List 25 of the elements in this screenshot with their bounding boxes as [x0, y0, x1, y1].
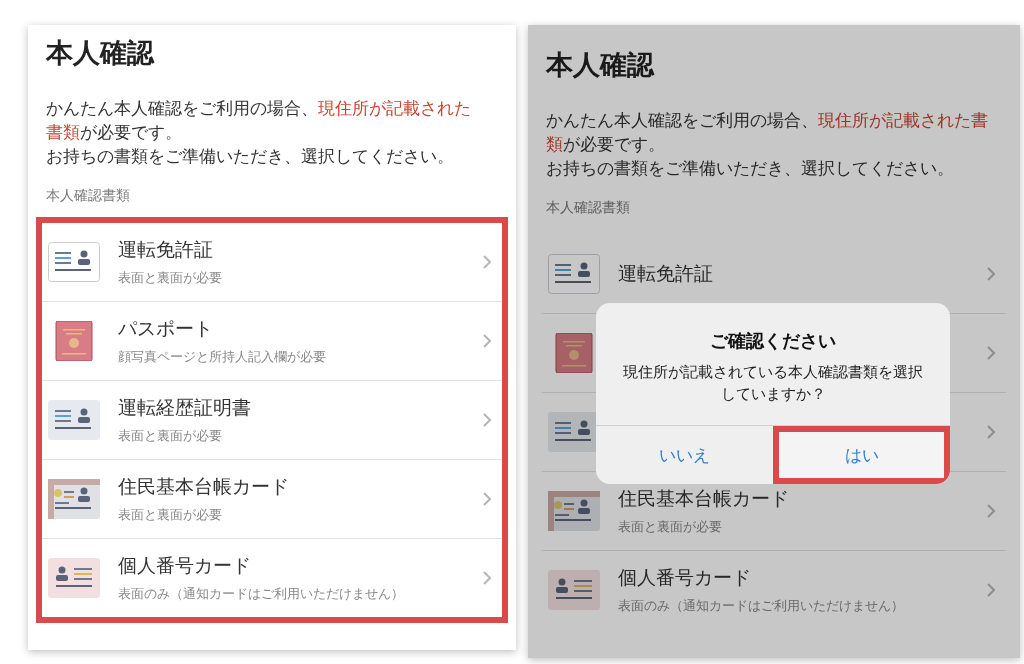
page-title: 本人確認	[46, 36, 156, 70]
document-title: パスポート	[118, 316, 214, 341]
document-title: 運転経歴証明書	[118, 395, 252, 420]
dialog-message: 現住所が記載されている本人確認書類を選択していますか？	[622, 362, 924, 405]
document-requirement: 表面と裏面が必要	[618, 518, 723, 536]
section-label: 本人確認書類	[546, 199, 631, 217]
document-requirement: 表面のみ（通知カードはご利用いただけません）	[618, 597, 905, 615]
document-requirement: 表面と裏面が必要	[118, 427, 223, 445]
dialog-title: ご確認ください	[710, 329, 836, 353]
document-title: 住民基本台帳カード	[118, 474, 290, 499]
document-title: 住民基本台帳カード	[618, 486, 790, 511]
document-title: 運転免許証	[618, 261, 714, 286]
document-title: 個人番号カード	[618, 565, 752, 590]
page-title: 本人確認	[546, 48, 656, 82]
section-label: 本人確認書類	[46, 187, 131, 205]
document-requirement: 表面と裏面が必要	[118, 269, 223, 287]
description-text: かんたん本人確認をご利用の場合、現住所が記載された書類が必要です。	[546, 110, 989, 156]
document-title: 運転免許証	[118, 237, 214, 262]
instruction-text: お持ちの書類をご準備いただき、選択してください。	[46, 146, 455, 168]
document-requirement: 表面と裏面が必要	[118, 506, 223, 524]
document-requirement: 顔写真ページと所持人記入欄が必要	[118, 348, 327, 366]
description-text: かんたん本人確認をご利用の場合、現住所が記載された書類が必要です。	[46, 98, 472, 144]
instruction-text: お持ちの書類をご準備いただき、選択してください。	[546, 158, 955, 180]
document-title: 個人番号カード	[118, 553, 252, 578]
document-requirement: 表面のみ（通知カードはご利用いただけません）	[118, 585, 405, 603]
